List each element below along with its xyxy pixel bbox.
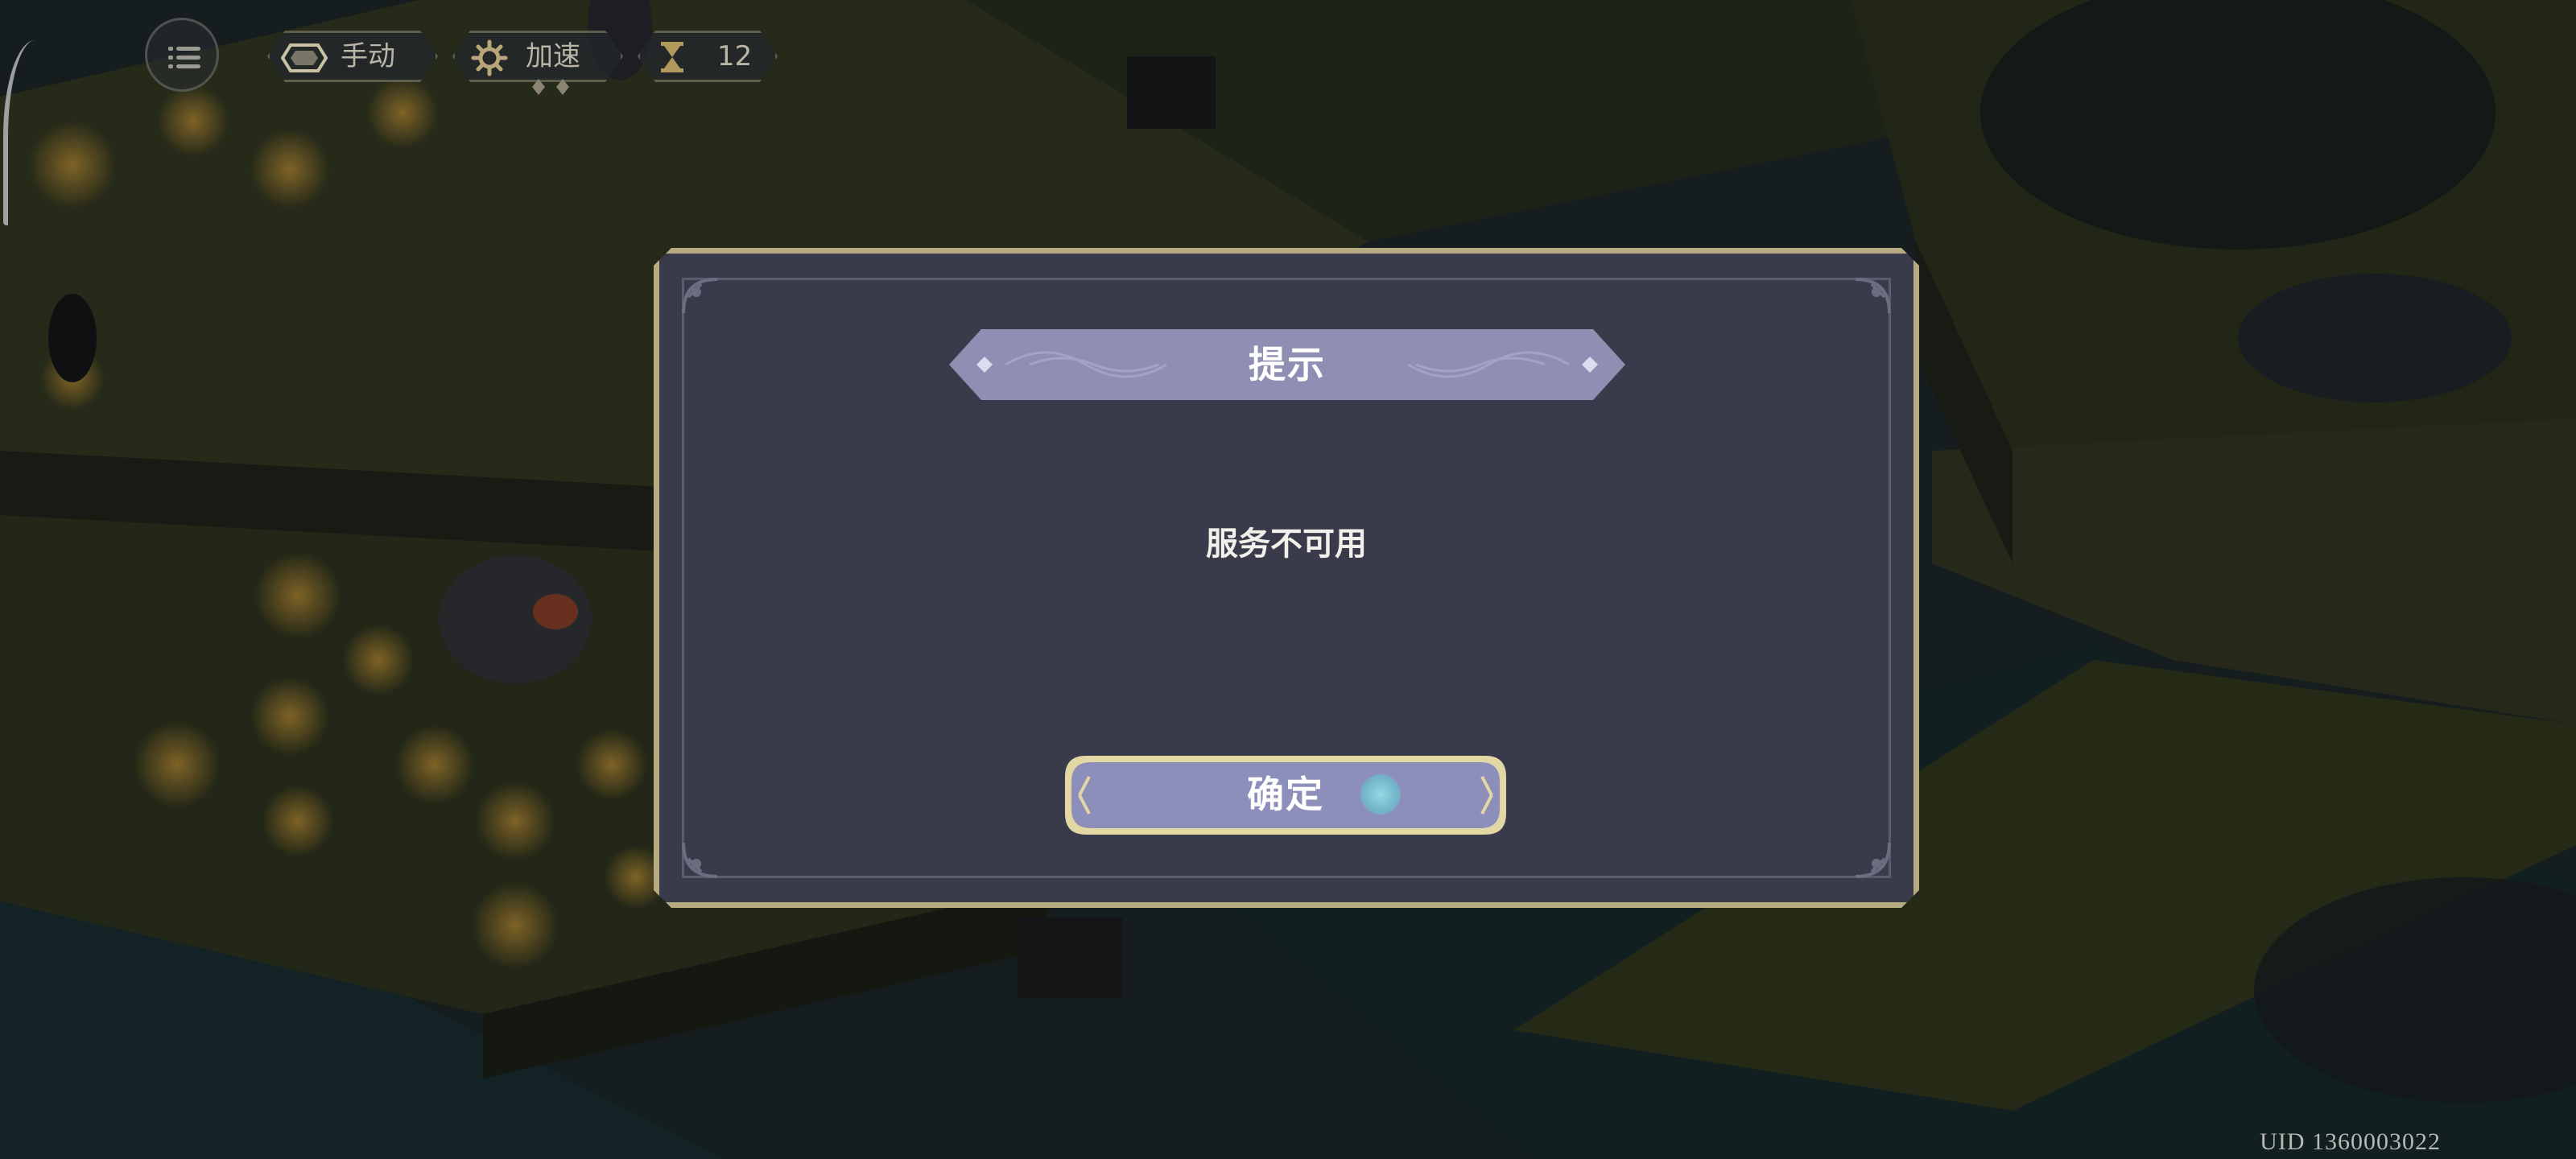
speed-toggle-button[interactable]: 加速 xyxy=(452,31,623,82)
alert-dialog: 提示 服务不可用 确定 xyxy=(654,248,1919,908)
hexagon-icon xyxy=(281,42,328,74)
dialog-message: 服务不可用 xyxy=(1206,525,1367,563)
speed-label: 加速 xyxy=(526,40,580,72)
uid-prefix: UID xyxy=(2260,1128,2306,1155)
game-screen: 手动 加速 12 提示 服务不可用 确定 UID 1360003022 xyxy=(0,0,2576,1159)
corner-ornament-icon xyxy=(677,827,733,883)
touch-point-indicator xyxy=(1360,774,1401,815)
speed-level-indicator xyxy=(532,79,569,95)
user-id-label: UID 1360003022 xyxy=(2260,1128,2441,1156)
confirm-button[interactable]: 确定 xyxy=(1062,753,1509,838)
timer-value: 12 xyxy=(717,40,753,72)
confirm-button-label: 确定 xyxy=(1247,773,1324,816)
menu-button[interactable] xyxy=(145,18,219,92)
corner-ornament-icon xyxy=(1839,273,1896,329)
mode-label: 手动 xyxy=(341,40,395,72)
corner-ornament-icon xyxy=(677,273,733,329)
dialog-title-banner: 提示 xyxy=(949,329,1625,400)
dialog-title: 提示 xyxy=(1249,343,1326,386)
mode-toggle-button[interactable]: 手动 xyxy=(267,31,438,82)
turn-timer: 12 xyxy=(638,31,778,82)
gear-icon xyxy=(469,39,510,76)
uid-value: 1360003022 xyxy=(2312,1128,2441,1155)
corner-ornament-icon xyxy=(1839,827,1896,883)
hourglass-icon xyxy=(658,40,687,74)
